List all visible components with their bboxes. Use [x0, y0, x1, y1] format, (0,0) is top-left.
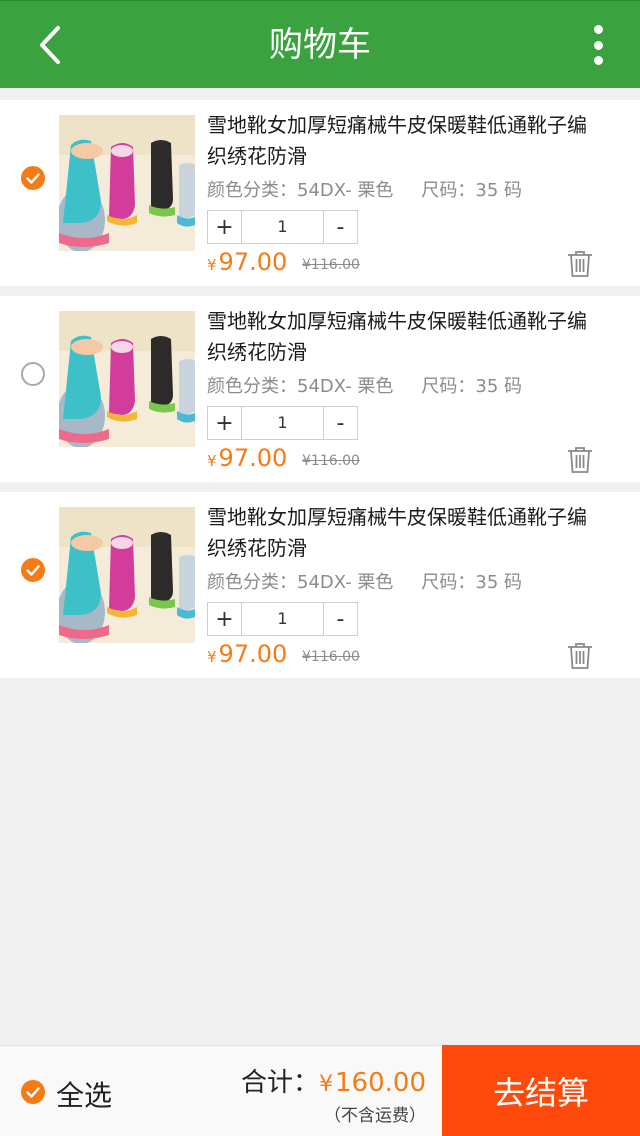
quantity-value[interactable]: 1	[242, 407, 323, 439]
product-size: 尺码：35 码	[421, 376, 523, 397]
product-spec: 颜色分类：54DX- 栗色 尺码：35 码	[207, 568, 522, 594]
increase-button[interactable]: +	[208, 603, 242, 635]
trash-icon[interactable]	[567, 446, 593, 474]
currency-symbol: ¥	[207, 648, 217, 666]
item-checkbox[interactable]	[21, 166, 45, 190]
product-size: 尺码：35 码	[421, 180, 523, 201]
cart-item: 雪地靴女加厚短痛械牛皮保暖鞋低通靴子编织绣花防滑 颜色分类：54DX- 栗色 尺码…	[0, 492, 640, 678]
product-thumbnail[interactable]	[59, 507, 195, 643]
quantity-stepper: + 1 -	[207, 602, 358, 636]
more-vertical-icon[interactable]	[582, 23, 614, 67]
select-all-checkbox[interactable]	[21, 1080, 45, 1104]
decrease-button[interactable]: -	[323, 407, 357, 439]
trash-icon[interactable]	[567, 642, 593, 670]
product-spec: 颜色分类：54DX- 栗色 尺码：35 码	[207, 372, 522, 398]
increase-button[interactable]: +	[208, 407, 242, 439]
currency-symbol: ¥	[207, 256, 217, 274]
product-thumbnail[interactable]	[59, 115, 195, 251]
increase-button[interactable]: +	[208, 211, 242, 243]
product-color: 颜色分类：54DX- 栗色	[207, 180, 394, 201]
check-icon	[26, 173, 40, 184]
product-spec: 颜色分类：54DX- 栗色 尺码：35 码	[207, 176, 522, 202]
check-icon	[26, 565, 40, 576]
quantity-value[interactable]: 1	[242, 603, 323, 635]
item-checkbox[interactable]	[21, 362, 45, 386]
currency-symbol: ¥	[207, 452, 217, 470]
current-price: ¥97.00	[207, 640, 287, 668]
item-checkbox[interactable]	[21, 558, 45, 582]
shipping-note: （不含运费）	[324, 1106, 426, 1126]
currency-symbol: ¥	[319, 1072, 334, 1097]
total-amount: 160.00	[335, 1068, 426, 1098]
product-name[interactable]: 雪地靴女加厚短痛械牛皮保暖鞋低通靴子编织绣花防滑	[207, 502, 602, 564]
current-price: ¥97.00	[207, 444, 287, 472]
total-label: 合计：	[241, 1068, 320, 1098]
order-total: 合计：¥160.00	[241, 1062, 426, 1099]
original-price: ¥116.00	[302, 453, 360, 469]
quantity-stepper: + 1 -	[207, 210, 358, 244]
decrease-button[interactable]: -	[323, 603, 357, 635]
page-title: 购物车	[269, 25, 371, 65]
check-icon	[26, 1087, 40, 1098]
cart-item: 雪地靴女加厚短痛械牛皮保暖鞋低通靴子编织绣花防滑 颜色分类：54DX- 栗色 尺码…	[0, 100, 640, 286]
price-value: 97.00	[218, 444, 288, 472]
header-bar: 购物车	[0, 0, 640, 88]
original-price: ¥116.00	[302, 257, 360, 273]
cart-item: 雪地靴女加厚短痛械牛皮保暖鞋低通靴子编织绣花防滑 颜色分类：54DX- 栗色 尺码…	[0, 296, 640, 482]
select-all-label[interactable]: 全选	[56, 1074, 112, 1114]
original-price: ¥116.00	[302, 649, 360, 665]
cart-list: 雪地靴女加厚短痛械牛皮保暖鞋低通靴子编织绣花防滑 颜色分类：54DX- 栗色尺码…	[0, 100, 640, 688]
product-color: 颜色分类：54DX- 栗色	[207, 376, 394, 397]
product-name[interactable]: 雪地靴女加厚短痛械牛皮保暖鞋低通靴子编织绣花防滑	[207, 110, 602, 172]
product-name[interactable]: 雪地靴女加厚短痛械牛皮保暖鞋低通靴子编织绣花防滑	[207, 306, 602, 368]
current-price: ¥97.00	[207, 248, 287, 276]
product-color: 颜色分类：54DX- 栗色	[207, 572, 394, 593]
checkout-button[interactable]: 去结算	[442, 1045, 640, 1136]
quantity-stepper: + 1 -	[207, 406, 358, 440]
trash-icon[interactable]	[567, 250, 593, 278]
product-size: 尺码：35 码	[421, 572, 523, 593]
price-value: 97.00	[218, 248, 288, 276]
product-thumbnail[interactable]	[59, 311, 195, 447]
decrease-button[interactable]: -	[323, 211, 357, 243]
quantity-value[interactable]: 1	[242, 211, 323, 243]
checkout-bar: 全选 合计：¥160.00 （不含运费） 去结算	[0, 1045, 640, 1136]
price-value: 97.00	[218, 640, 288, 668]
